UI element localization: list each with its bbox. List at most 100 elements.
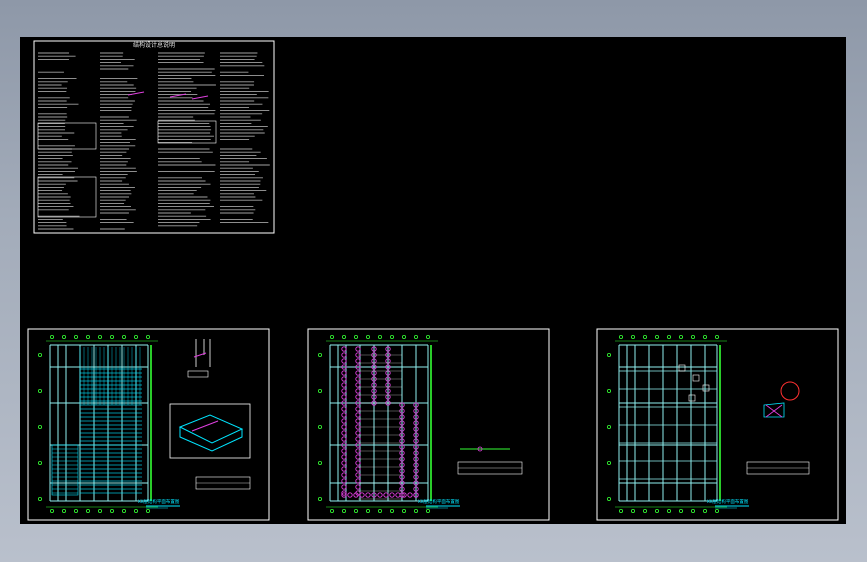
axis-bubble [74, 335, 77, 338]
axis-bubble [342, 335, 345, 338]
axis-bubble [607, 353, 610, 356]
slab-region [52, 445, 78, 495]
axis-bubble [643, 509, 646, 512]
axis-bubble [607, 461, 610, 464]
sheet-1[interactable]: XX层结构平面布置图 [28, 329, 269, 520]
axis-bubble [354, 509, 357, 512]
axis-bubble [146, 335, 149, 338]
axis-bubble [390, 335, 393, 338]
column-marker [390, 493, 394, 497]
drawing-canvas[interactable]: 结构设计总说明 XX层结构平面布置图 XX层结构平面布置图 XX层结构平面布置图 [20, 37, 846, 524]
axis-bubble [703, 335, 706, 338]
axis-bubble [62, 509, 65, 512]
axis-bubble [667, 335, 670, 338]
axis-bubble [38, 461, 41, 464]
cad-drawing-viewport[interactable]: 结构设计总说明 XX层结构平面布置图 XX层结构平面布置图 XX层结构平面布置图 [20, 37, 846, 524]
axis-bubble [390, 509, 393, 512]
sheet-3-title: XX层结构平面布置图 [707, 498, 749, 505]
axis-bubble [607, 497, 610, 500]
axis-bubble [38, 389, 41, 392]
axis-bubble [134, 509, 137, 512]
axis-bubble [38, 425, 41, 428]
notes-detail-mark [192, 96, 208, 99]
axis-bubble [667, 509, 670, 512]
axis-bubble [86, 335, 89, 338]
plan-edge [150, 345, 152, 501]
axis-bubble [679, 335, 682, 338]
axis-bubble [318, 353, 321, 356]
axis-bubble [691, 509, 694, 512]
section-detail [196, 339, 210, 367]
axis-bubble [679, 509, 682, 512]
axis-bubble [607, 389, 610, 392]
general-notes-sheet[interactable]: 结构设计总说明 [34, 41, 274, 233]
axis-bubble [110, 509, 113, 512]
axis-bubble [110, 335, 113, 338]
axis-bubble [318, 425, 321, 428]
column-marker [378, 493, 382, 497]
axis-bubble [631, 335, 634, 338]
isometric-detail [180, 415, 242, 443]
column-marker [408, 493, 412, 497]
detail-callout [781, 382, 799, 400]
axis-bubble [62, 335, 65, 338]
axis-bubble [38, 497, 41, 500]
axis-bubble [655, 509, 658, 512]
axis-bubble [318, 497, 321, 500]
axis-bubble [619, 509, 622, 512]
notes-sheet-title: 结构设计总说明 [133, 41, 175, 49]
axis-bubble [655, 335, 658, 338]
axis-bubble [318, 461, 321, 464]
axis-bubble [38, 353, 41, 356]
stair-opening [703, 385, 709, 391]
notes-detail-mark [128, 92, 144, 95]
axis-bubble [330, 335, 333, 338]
axis-bubble [342, 509, 345, 512]
sheet-1-title: XX层结构平面布置图 [138, 498, 180, 505]
notes-text-block [38, 53, 270, 229]
axis-bubble [134, 335, 137, 338]
axis-bubble [631, 509, 634, 512]
notes-sheet-frame [34, 41, 274, 233]
sheet-2-title: XX层结构平面布置图 [418, 498, 460, 505]
axis-bubble [366, 509, 369, 512]
axis-bubble [715, 335, 718, 338]
stair-opening [679, 365, 685, 371]
column-marker [366, 493, 370, 497]
axis-bubble [330, 509, 333, 512]
axis-bubble [98, 335, 101, 338]
axis-bubble [607, 425, 610, 428]
axis-bubble [378, 335, 381, 338]
stair-opening [693, 375, 699, 381]
axis-bubble [354, 335, 357, 338]
axis-bubble [619, 335, 622, 338]
axis-bubble [98, 509, 101, 512]
sheet-1-floor-plan [38, 335, 250, 512]
axis-bubble [366, 335, 369, 338]
column-marker [348, 493, 352, 497]
axis-bubble [402, 335, 405, 338]
axis-bubble [122, 335, 125, 338]
axis-bubble [426, 335, 429, 338]
axis-bubble [414, 509, 417, 512]
isometric-detail [192, 421, 218, 431]
axis-bubble [378, 509, 381, 512]
sheet-3[interactable]: XX层结构平面布置图 [597, 329, 838, 520]
axis-bubble [146, 509, 149, 512]
axis-bubble [402, 509, 405, 512]
axis-bubble [414, 335, 417, 338]
axis-bubble [86, 509, 89, 512]
sheet-2[interactable]: XX层结构平面布置图 [308, 329, 549, 520]
axis-bubble [122, 509, 125, 512]
stair-opening [689, 395, 695, 401]
axis-bubble [50, 509, 53, 512]
plan-edge [719, 345, 721, 501]
sheet-2-floor-plan [318, 335, 522, 512]
axis-bubble [426, 509, 429, 512]
axis-bubble [50, 335, 53, 338]
axis-bubble [691, 335, 694, 338]
detail-section [764, 403, 784, 417]
axis-bubble [703, 509, 706, 512]
axis-bubble [643, 335, 646, 338]
axis-bubble [715, 509, 718, 512]
